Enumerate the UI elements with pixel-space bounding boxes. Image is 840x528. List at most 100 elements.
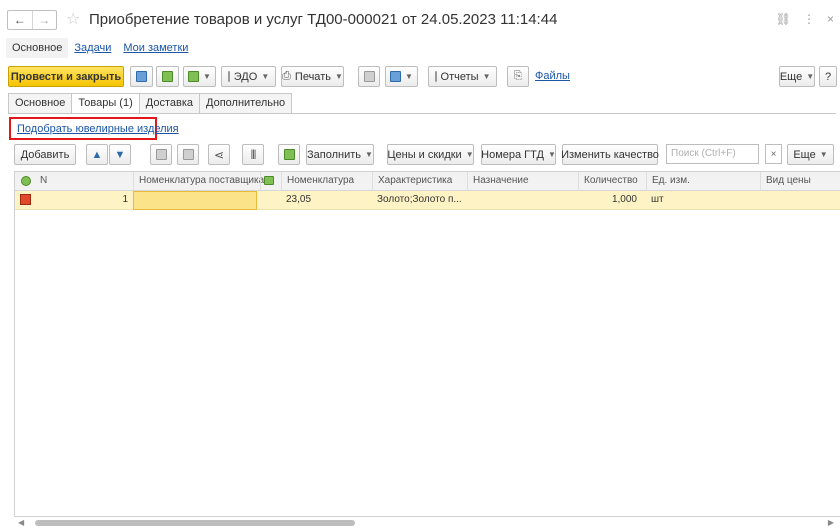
chevron-down-icon: ▼ [806,72,815,81]
cell-characteristic[interactable]: Золото;Золото п... [372,191,467,210]
table-more-label: Еще [793,148,816,161]
cell-n[interactable]: 1 [35,191,133,210]
chevron-down-icon: ▼ [405,72,413,81]
fill-label: Заполнить [307,148,362,161]
save-icon [136,71,147,82]
chevron-down-icon: ▼ [365,150,373,159]
report-icon [434,71,437,82]
barcode-icon: ||| [250,149,257,160]
cell-unit[interactable]: шт [646,191,760,210]
prices-discounts-button[interactable]: Цены и скидки ▼ [387,144,474,165]
document-icon [363,71,375,82]
paste-row-button[interactable] [177,144,199,165]
split-row-button[interactable]: ⋖ [208,144,230,165]
chevron-down-icon: ▼ [465,150,474,159]
section-tasks[interactable]: Задачи [68,42,117,54]
reports-label: Отчеты [440,70,479,83]
files-link[interactable]: Файлы [535,70,570,82]
back-icon[interactable]: ← [8,11,32,29]
close-icon[interactable]: × [827,12,834,26]
table-row[interactable]: 1 23,05 Золото;Золото п... 1,000 шт [15,191,840,210]
select-items-button[interactable] [278,144,300,165]
link-icon[interactable]: ⛓ [776,12,791,26]
edo-label: ЭДО [233,70,258,83]
print-label: Печать [294,70,331,83]
scroll-left-icon[interactable]: ◀ [18,518,24,527]
menu-dots-icon[interactable]: ⋮ [803,12,815,26]
add-row-button[interactable]: Добавить [14,144,76,165]
edo-icon [227,71,230,82]
create-based-button[interactable]: ▼ [183,66,216,87]
move-up-button[interactable]: ▲ [86,144,108,165]
col-characteristic[interactable]: Характеристика [372,172,467,191]
printer-icon: ⎙ [282,70,291,82]
more-button[interactable]: Еще ▼ [779,66,815,87]
section-bar: Основное Задачи Мои заметки [0,37,194,59]
post-icon [162,71,173,82]
print-button[interactable]: ⎙ Печать ▼ [281,66,344,87]
move-down-button[interactable]: ▼ [109,144,131,165]
section-notes[interactable]: Мои заметки [117,42,194,54]
change-quality-button[interactable]: Изменить качество [561,144,659,165]
structure-button[interactable] [358,66,380,87]
table-toolbar: Добавить ▲ ▼ ⋖ ||| Заполнить ▼ Цены и ски… [0,144,840,166]
scroll-right-icon[interactable]: ▶ [828,518,834,527]
fill-button[interactable]: Заполнить ▼ [306,144,374,165]
status-icon [21,176,31,186]
paperclip-icon: ⎘ [513,70,523,82]
section-main[interactable]: Основное [6,38,69,58]
table-more-button[interactable]: Еще ▼ [787,144,834,165]
copy-row-button[interactable] [150,144,172,165]
window-title: Приобретение товаров и услуг ТД00-000021… [89,11,558,28]
clear-search-button[interactable]: × [765,144,782,164]
cell-quantity[interactable]: 1,000 [578,191,642,210]
item-type-icon [264,176,274,185]
edo-button[interactable]: ЭДО ▼ [221,66,276,87]
paste-icon [182,149,194,160]
forward-icon[interactable]: → [31,11,57,29]
window-controls: ⛓ ⋮ × [776,12,834,26]
chevron-down-icon: ▼ [261,72,270,81]
tab-delivery[interactable]: Доставка [138,93,200,113]
chevron-down-icon: ▼ [203,72,211,81]
horizontal-scrollbar[interactable]: ◀ ▶ [14,518,840,528]
reports-button[interactable]: Отчеты ▼ [428,66,497,87]
col-item[interactable]: Номенклатура [281,172,372,191]
cell-price-type[interactable] [760,191,840,210]
gtd-label: Номера ГТД [481,148,544,161]
tab-additional[interactable]: Дополнительно [199,93,293,113]
barcode-button[interactable]: ||| [242,144,264,165]
tab-goods[interactable]: Товары (1) [71,93,140,114]
favorite-star-icon[interactable]: ☆ [66,9,80,29]
cell-supplier-item[interactable] [133,191,257,210]
more-label: Еще [779,70,803,83]
help-button[interactable]: ? [819,66,837,87]
attachment-menu-button[interactable]: ▼ [385,66,418,87]
col-price-type[interactable]: Вид цены [760,172,840,191]
attach-file-button[interactable]: ⎘ [507,66,529,87]
split-icon: ⋖ [213,147,225,162]
post-button[interactable] [156,66,179,87]
col-supplier-item[interactable]: Номенклатура поставщика [133,172,264,191]
tab-divider [8,113,836,114]
tab-main[interactable]: Основное [8,93,73,113]
gtd-numbers-button[interactable]: Номера ГТД ▼ [481,144,556,165]
cell-purpose[interactable] [467,191,578,210]
title-bar: ← → ☆ Приобретение товаров и услуг ТД00-… [0,0,840,36]
col-purpose[interactable]: Назначение [467,172,578,191]
pick-jewelry-link[interactable]: Подобрать ювелирные изделия [17,123,179,135]
cell-item[interactable]: 23,05 [281,191,372,210]
col-unit[interactable]: Ед. изм. [646,172,760,191]
table-header: N Номенклатура поставщика Номенклатура Х… [15,172,840,191]
form-tabs: Основное Товары (1) Доставка Дополнитель… [8,93,293,114]
post-and-close-button[interactable]: Провести и закрыть [8,66,124,87]
col-n[interactable]: N [35,172,133,191]
save-button[interactable] [130,66,153,87]
col-quantity[interactable]: Количество [578,172,646,191]
nav-buttons: ← → [7,10,57,30]
scroll-thumb[interactable] [35,520,355,526]
search-input[interactable]: Поиск (Ctrl+F) [666,144,759,164]
col-type[interactable] [260,172,281,191]
related-docs-icon [390,71,402,82]
copy-icon [155,149,167,160]
